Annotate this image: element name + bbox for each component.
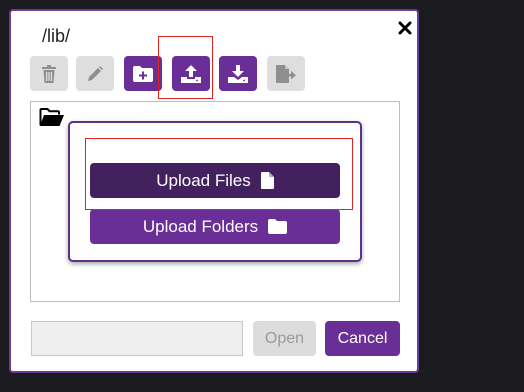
- file-export-icon: [276, 64, 296, 83]
- upload-folders-button[interactable]: Upload Folders: [90, 209, 340, 244]
- cancel-button[interactable]: Cancel: [325, 321, 400, 356]
- file-dialog: /lib/ Upload Files Upload Folders Open C…: [9, 9, 419, 373]
- folder-plus-icon: [133, 65, 153, 82]
- upload-menu: Upload Files Upload Folders: [68, 121, 362, 262]
- open-button[interactable]: Open: [253, 321, 316, 356]
- pencil-icon: [88, 65, 103, 81]
- download-icon: [228, 64, 248, 83]
- download-button[interactable]: [219, 56, 257, 91]
- new-folder-button[interactable]: [124, 56, 162, 91]
- move-button[interactable]: [267, 56, 305, 91]
- current-path: /lib/: [42, 26, 71, 46]
- upload-folders-label: Upload Folders: [142, 216, 259, 236]
- delete-button[interactable]: [30, 56, 68, 91]
- rename-button[interactable]: [76, 56, 114, 91]
- folder-icon: [268, 219, 288, 234]
- upload-files-button[interactable]: Upload Files: [90, 163, 340, 198]
- upload-icon: [181, 64, 201, 83]
- open-folder-icon[interactable]: [39, 108, 65, 132]
- close-icon[interactable]: [394, 17, 416, 39]
- trash-icon: [42, 64, 56, 83]
- upload-files-label: Upload Files: [156, 170, 251, 190]
- filename-input[interactable]: [31, 321, 243, 356]
- upload-button[interactable]: [172, 56, 210, 91]
- file-icon: [260, 172, 274, 189]
